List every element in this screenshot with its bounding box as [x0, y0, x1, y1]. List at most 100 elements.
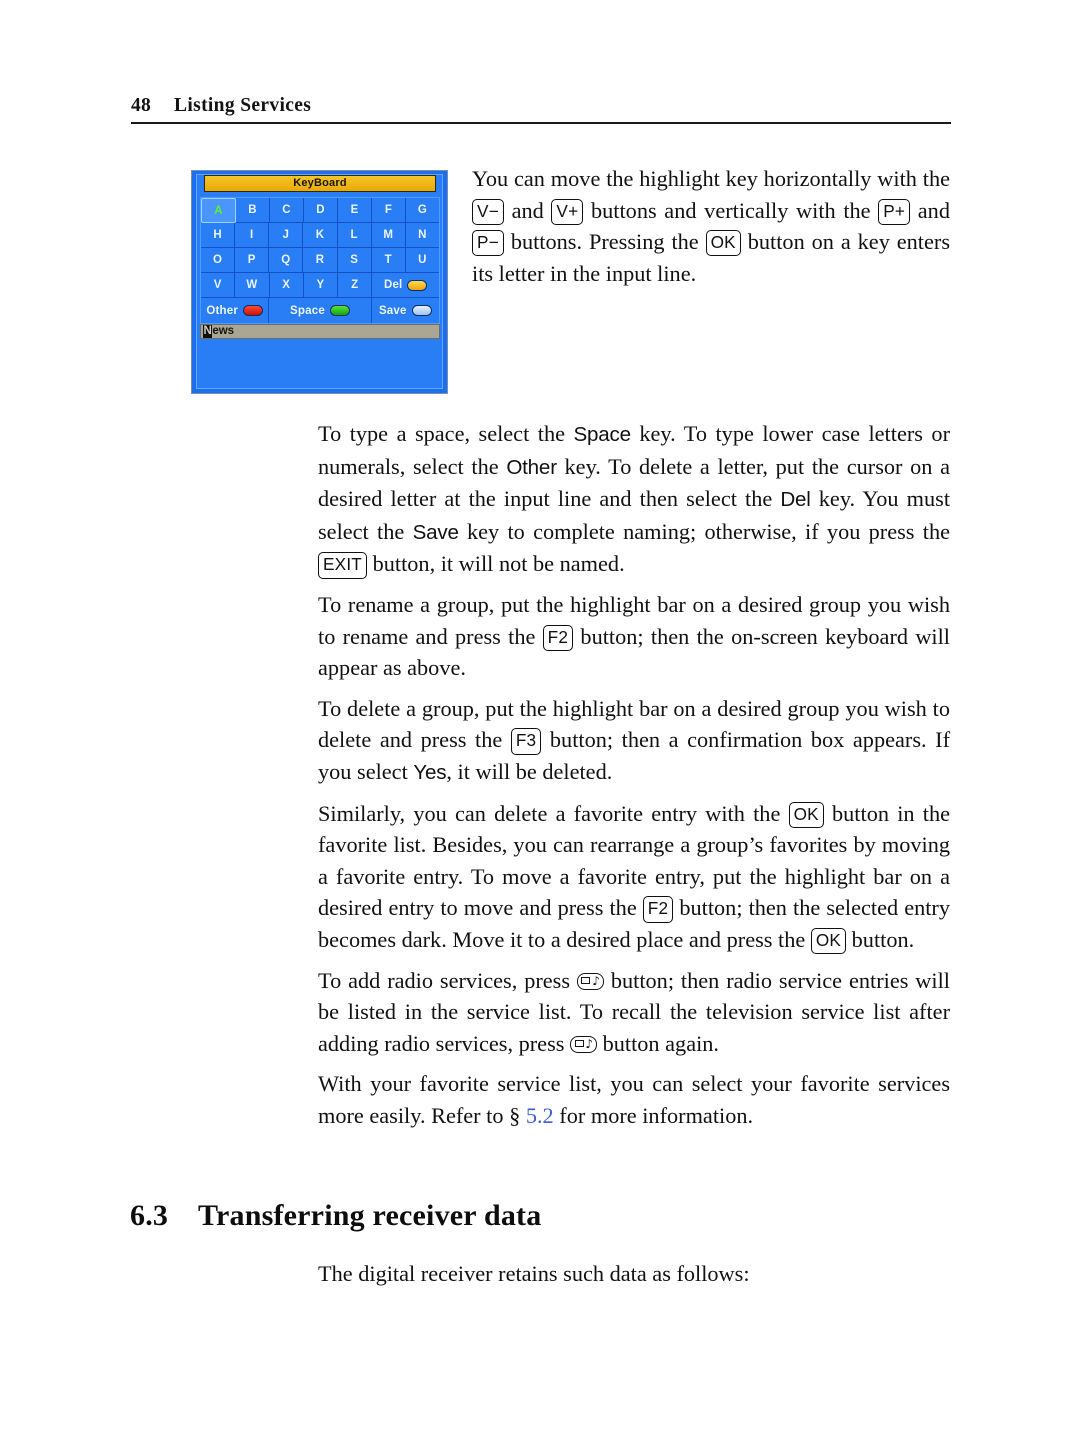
del-key-name: Del — [780, 488, 811, 512]
key-a[interactable]: A — [201, 198, 236, 223]
input-line-text: ews — [212, 325, 235, 337]
key-other[interactable]: Other — [201, 298, 270, 323]
paragraph-delete-group: To delete a group, put the highlight bar… — [318, 693, 950, 789]
paragraph-favorite-entry: Similarly, you can delete a favorite ent… — [318, 798, 950, 956]
key-d[interactable]: D — [304, 198, 338, 223]
key-space[interactable]: Space — [269, 298, 372, 323]
key-ok-keycap-2[interactable]: OK — [788, 801, 824, 828]
white-dot-icon — [411, 305, 432, 316]
key-save-label: Save — [378, 304, 407, 317]
keyboard-title-bar: KeyBoard — [204, 175, 436, 192]
keyboard-key-grid: A B C D E F G H I J K L M N O P Q R S T … — [200, 197, 440, 324]
section-number: 6.3 — [130, 1199, 169, 1232]
key-v-minus-keycap[interactable]: V− — [472, 198, 504, 225]
key-f2-keycap[interactable]: F2 — [542, 624, 574, 651]
key-space-label: Space — [290, 304, 325, 317]
key-z[interactable]: Z — [338, 273, 373, 298]
key-q[interactable]: Q — [269, 248, 304, 273]
key-v[interactable]: V — [201, 273, 236, 298]
tv-radio-icon[interactable]: ♪ — [576, 972, 604, 990]
music-note-glyph-2: ♪ — [585, 1036, 594, 1051]
page-number: 48 — [131, 95, 151, 116]
key-p-minus-keycap[interactable]: P− — [472, 230, 504, 257]
green-dot-icon — [329, 305, 350, 316]
key-r[interactable]: R — [303, 248, 338, 273]
paragraph-move-highlight: You can move the highlight key horizonta… — [472, 163, 950, 289]
onscreen-keyboard-figure: KeyBoard A B C D E F G H I J K L M N O P… — [191, 170, 448, 394]
key-h[interactable]: H — [201, 223, 236, 248]
keyboard-input-line[interactable]: News — [200, 324, 440, 339]
key-ok-keycap-3[interactable]: OK — [810, 927, 847, 955]
tv-screen-shape-2 — [574, 1040, 584, 1048]
p1-text-2: and — [503, 197, 552, 223]
tv-radio-icon-2[interactable]: ♪ — [570, 1035, 598, 1053]
p6-text-1: To add radio services, press — [318, 967, 577, 993]
key-g[interactable]: G — [406, 198, 439, 223]
paragraph-favorite-list: With your favorite service list, you can… — [318, 1068, 950, 1131]
keyboard-row-3: O P Q R S T U — [201, 248, 439, 273]
text-caret: N — [203, 325, 213, 338]
tv-screen-shape — [581, 977, 591, 984]
yellow-dot-icon — [407, 279, 428, 291]
key-b[interactable]: B — [236, 198, 270, 223]
p2-text-5: key to complete naming; otherwise, if yo… — [458, 518, 950, 544]
key-p-plus-keycap[interactable]: P+ — [878, 198, 911, 225]
key-j[interactable]: J — [269, 223, 304, 248]
key-s[interactable]: S — [337, 248, 372, 273]
key-t[interactable]: T — [371, 248, 406, 273]
keyboard-row-2: H I J K L M N — [201, 223, 439, 248]
keyboard-row-1: A B C D E F G — [201, 198, 439, 223]
section-heading: 6.3 Transferring receiver data — [130, 1199, 541, 1233]
p4-text-3: , it will be deleted. — [446, 758, 613, 784]
chapter-title: Listing Services — [174, 95, 312, 116]
key-u[interactable]: U — [405, 248, 439, 273]
key-i[interactable]: I — [235, 223, 270, 248]
p2-text-6: button, it will not be named. — [367, 551, 625, 577]
key-f3-keycap[interactable]: F3 — [510, 728, 542, 755]
key-v-plus-keycap[interactable]: V+ — [551, 198, 584, 225]
other-key-name: Other — [506, 455, 557, 479]
header-rule — [131, 122, 951, 124]
key-e[interactable]: E — [338, 198, 372, 223]
p6-text-3: button again. — [597, 1030, 720, 1056]
p2-text-1: To type a space, select the — [318, 421, 574, 446]
key-m[interactable]: M — [371, 223, 406, 248]
key-k[interactable]: K — [303, 223, 338, 248]
section-cross-reference[interactable]: 5.2 — [526, 1103, 554, 1128]
key-n[interactable]: N — [405, 223, 439, 248]
p1-text-4: and — [910, 197, 950, 223]
body-text-column: To type a space, select the Space key. T… — [318, 418, 950, 1131]
key-save[interactable]: Save — [371, 298, 439, 323]
key-other-label: Other — [206, 304, 239, 317]
page-running-header: 48 Listing Services — [131, 95, 951, 124]
key-p[interactable]: P — [235, 248, 270, 273]
p5-text-4: button. — [846, 926, 915, 952]
key-f[interactable]: F — [372, 198, 406, 223]
paragraph-rename-group: To rename a group, put the highlight bar… — [318, 589, 950, 684]
p1-text-5: buttons. Pressing the — [503, 229, 706, 255]
section-intro-block: The digital receiver retains such data a… — [318, 1258, 950, 1290]
p7-text-2: for more information. — [553, 1102, 754, 1128]
key-f2-keycap-2[interactable]: F2 — [642, 896, 674, 923]
red-dot-icon — [243, 305, 264, 316]
save-key-name: Save — [412, 520, 459, 544]
paragraph-radio-services: To add radio services, press ♪ button; t… — [318, 965, 950, 1060]
key-c[interactable]: C — [270, 198, 304, 223]
key-o[interactable]: O — [201, 248, 236, 273]
p5-text-1: Similarly, you can delete a favorite ent… — [318, 800, 789, 826]
section-intro-paragraph: The digital receiver retains such data a… — [318, 1261, 750, 1286]
key-ok-keycap[interactable]: OK — [705, 230, 741, 257]
key-del[interactable]: Del — [372, 273, 439, 298]
paragraph-typing-keys: To type a space, select the Space key. T… — [318, 418, 950, 580]
key-exit-keycap[interactable]: EXIT — [318, 552, 368, 579]
keyboard-row-5: Other Space Save — [201, 298, 439, 323]
header-line: 48 Listing Services — [131, 95, 951, 117]
p1-text-3: buttons and vertically with the — [583, 197, 879, 223]
section-title: Transferring receiver data — [198, 1199, 542, 1232]
key-del-label: Del — [383, 279, 403, 291]
key-l[interactable]: L — [337, 223, 372, 248]
key-w[interactable]: W — [235, 273, 270, 298]
key-y[interactable]: Y — [303, 273, 339, 298]
key-x[interactable]: X — [269, 273, 304, 298]
keyboard-row-4: V W X Y Z Del — [201, 273, 439, 298]
